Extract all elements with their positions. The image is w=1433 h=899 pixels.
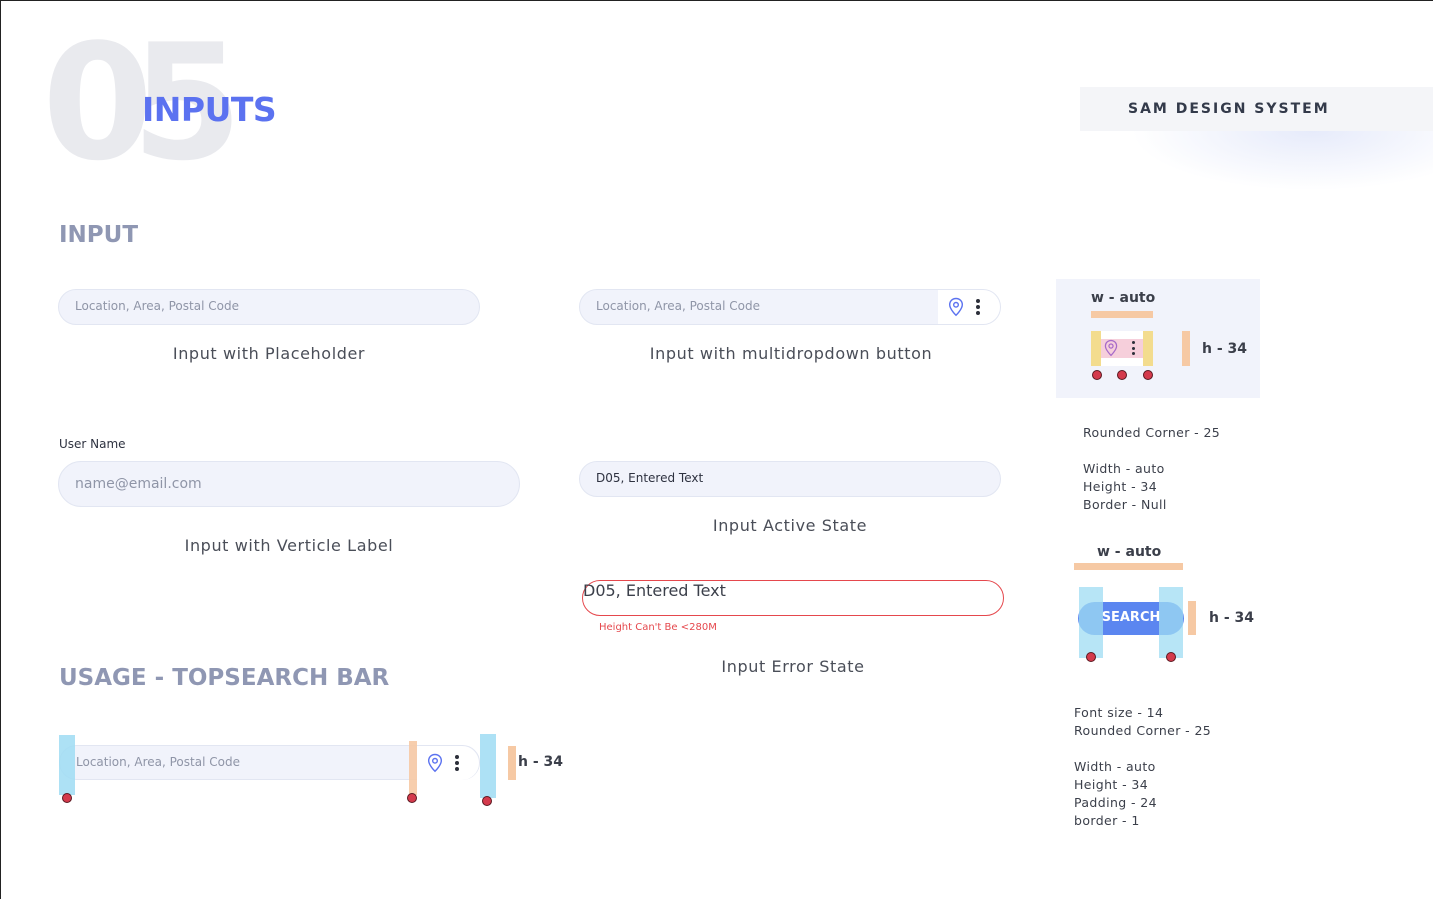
left-padding-marker <box>59 735 75 795</box>
brand-name: SAM DESIGN SYSTEM <box>1128 101 1330 117</box>
spacing-dot <box>1143 370 1153 380</box>
left-padding-marker <box>1091 331 1101 366</box>
height-label: h - 34 <box>1209 610 1255 626</box>
location-pin-icon[interactable] <box>947 297 965 317</box>
height-marker <box>508 746 516 780</box>
spec-note: Height - 34 <box>1074 777 1149 792</box>
entered-text: D05, Entered Text <box>583 581 726 600</box>
spacing-dot <box>62 793 72 803</box>
error-input-caption: Input Error State <box>721 657 865 676</box>
placeholder-input[interactable]: Location, Area, Postal Code <box>58 289 480 325</box>
kebab-menu-icon[interactable] <box>976 299 980 315</box>
spec-note: Rounded Corner - 25 <box>1083 425 1221 440</box>
brand-banner-shadow <box>1130 131 1433 191</box>
spacing-dot <box>407 793 417 803</box>
spec-note: Font size - 14 <box>1074 705 1164 720</box>
width-label: w - auto <box>1091 290 1156 306</box>
spec-note: Width - auto <box>1083 461 1165 476</box>
spec-note: Border - Null <box>1083 497 1167 512</box>
placeholder-text: Location, Area, Postal Code <box>76 755 240 769</box>
placeholder-text: name@email.com <box>75 476 202 492</box>
spacing-dot <box>1086 652 1096 662</box>
right-padding-marker <box>1143 331 1153 366</box>
spacing-dot <box>1117 370 1127 380</box>
error-input[interactable]: D05, Entered Text <box>582 580 1004 616</box>
spec-note: Width - auto <box>1074 759 1156 774</box>
spacing-dot <box>1092 370 1102 380</box>
multidropdown-input-caption: Input with multidropdown button <box>649 344 933 363</box>
spec-note: border - 1 <box>1074 813 1140 828</box>
location-pin-icon[interactable] <box>426 753 444 773</box>
icon-gap-marker <box>409 741 417 795</box>
icon-group <box>417 746 479 780</box>
entered-text: D05, Entered Text <box>596 471 704 485</box>
error-message: Height Can't Be <280M <box>599 622 717 633</box>
height-label: h - 34 <box>1202 341 1248 357</box>
input-section-title: INPUT <box>59 222 139 248</box>
height-marker <box>1182 331 1190 366</box>
vertical-label-input-caption: Input with Verticle Label <box>184 536 394 555</box>
left-padding-marker <box>1079 587 1103 658</box>
height-label: h - 34 <box>518 754 564 770</box>
kebab-menu-icon[interactable] <box>455 755 459 771</box>
width-label: w - auto <box>1097 544 1162 560</box>
placeholder-text: Location, Area, Postal Code <box>75 299 239 313</box>
active-input[interactable]: D05, Entered Text <box>579 461 1001 497</box>
width-marker <box>1091 311 1153 318</box>
kebab-menu-icon <box>1132 341 1135 355</box>
location-pin-icon <box>1104 339 1118 357</box>
user-name-label: User Name <box>59 437 126 451</box>
icon-spec-panel <box>1056 279 1260 398</box>
page-title: INPUTS <box>142 90 277 129</box>
placeholder-text: Location, Area, Postal Code <box>596 299 760 313</box>
width-marker <box>1074 563 1183 570</box>
email-field[interactable]: name@email.com <box>58 461 520 507</box>
multidropdown-input[interactable]: Location, Area, Postal Code <box>579 289 1001 325</box>
spacing-dot <box>482 796 492 806</box>
spec-note: Height - 34 <box>1083 479 1158 494</box>
spec-note: Padding - 24 <box>1074 795 1157 810</box>
icon-group <box>938 290 1000 324</box>
active-input-caption: Input Active State <box>712 516 868 535</box>
right-padding-marker <box>1159 587 1183 658</box>
height-marker <box>1188 601 1196 635</box>
right-padding-marker <box>480 734 496 798</box>
placeholder-input-caption: Input with Placeholder <box>172 344 366 363</box>
spec-note: Rounded Corner - 25 <box>1074 723 1212 738</box>
usage-section-title: USAGE - TOPSEARCH BAR <box>59 665 390 691</box>
spacing-dot <box>1166 652 1176 662</box>
